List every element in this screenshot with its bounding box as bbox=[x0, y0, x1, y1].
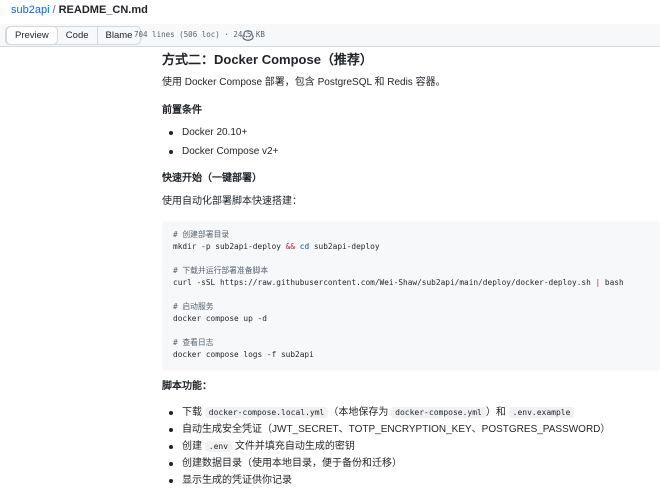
prereq-heading: 前置条件 bbox=[162, 105, 202, 116]
file-toolbar: Preview Code Blame 704 lines (506 loc) ·… bbox=[0, 24, 660, 47]
list-text: 文件并填充自动生成的密钥 bbox=[232, 441, 355, 452]
list-text: 下载 bbox=[182, 407, 205, 418]
inline-code: docker-compose.yml bbox=[391, 407, 486, 418]
code-line: docker compose logs -f sub2api bbox=[173, 350, 314, 359]
code-line: docker compose up -d bbox=[173, 314, 267, 323]
code-line: mkdir -p sub2api-deploy && cd sub2api-de… bbox=[173, 241, 660, 253]
repo-link[interactable]: sub2api bbox=[11, 4, 50, 16]
code-text: sub2api-deploy bbox=[309, 242, 380, 251]
quickstart-heading: 快速开始（一键部署） bbox=[162, 173, 262, 184]
section-heading: 方式二：Docker Compose（推荐） bbox=[162, 52, 373, 67]
list-item: 创建 .env 文件并填充自动生成的密钥 bbox=[162, 440, 610, 454]
code-comment: # 创建部署目录 bbox=[173, 230, 230, 239]
code-builtin: cd bbox=[299, 242, 310, 251]
code-operator: && bbox=[285, 242, 296, 251]
features-list: 下载 docker-compose.local.yml （本地保存为 docker… bbox=[162, 406, 610, 488]
code-comment: # 下载并运行部署准备脚本 bbox=[173, 266, 269, 275]
list-text: 创建 bbox=[182, 441, 205, 452]
breadcrumb-separator: / bbox=[52, 4, 56, 16]
prereq-list: Docker 20.10+ Docker Compose v2+ bbox=[162, 126, 278, 159]
breadcrumb: sub2api / README_CN.md bbox=[11, 3, 148, 17]
inline-code: .env.example bbox=[508, 407, 575, 418]
view-mode-switch: Preview Code Blame bbox=[5, 26, 142, 45]
list-item: Docker 20.10+ bbox=[162, 126, 278, 140]
file-name: README_CN.md bbox=[58, 4, 148, 16]
features-heading: 脚本功能： bbox=[162, 381, 212, 392]
list-text: （本地保存为 bbox=[328, 407, 392, 418]
code-line: curl -sSL https://raw.githubusercontent.… bbox=[173, 277, 660, 289]
list-item: 创建数据目录（使用本地目录，便于备份和迁移） bbox=[162, 457, 610, 471]
list-item: 自动生成安全凭证（JWT_SECRET、TOTP_ENCRYPTION_KEY、… bbox=[162, 423, 610, 437]
intro-paragraph: 使用 Docker Compose 部署，包含 PostgreSQL 和 Red… bbox=[162, 77, 446, 88]
list-item: 显示生成的凭证供你记录 bbox=[162, 474, 610, 488]
inline-code: .env bbox=[204, 441, 233, 452]
code-text: curl -sSL https://raw.githubusercontent.… bbox=[173, 278, 596, 287]
code-block[interactable]: # 创建部署目录 mkdir -p sub2api-deploy && cd s… bbox=[162, 221, 660, 371]
copilot-icon[interactable] bbox=[241, 28, 255, 42]
list-text: ）和 bbox=[485, 407, 509, 418]
list-item: 下载 docker-compose.local.yml （本地保存为 docker… bbox=[162, 406, 610, 420]
code-comment: # 查看日志 bbox=[173, 338, 214, 347]
inline-code: docker-compose.local.yml bbox=[204, 407, 329, 418]
tab-preview[interactable]: Preview bbox=[6, 26, 58, 45]
code-text: bash bbox=[600, 278, 624, 287]
quickstart-paragraph: 使用自动化部署脚本快速搭建： bbox=[162, 196, 302, 207]
code-comment: # 启动服务 bbox=[173, 302, 214, 311]
code-text: mkdir -p sub2api-deploy bbox=[173, 242, 286, 251]
tab-code[interactable]: Code bbox=[58, 27, 98, 44]
list-item: Docker Compose v2+ bbox=[162, 145, 278, 159]
